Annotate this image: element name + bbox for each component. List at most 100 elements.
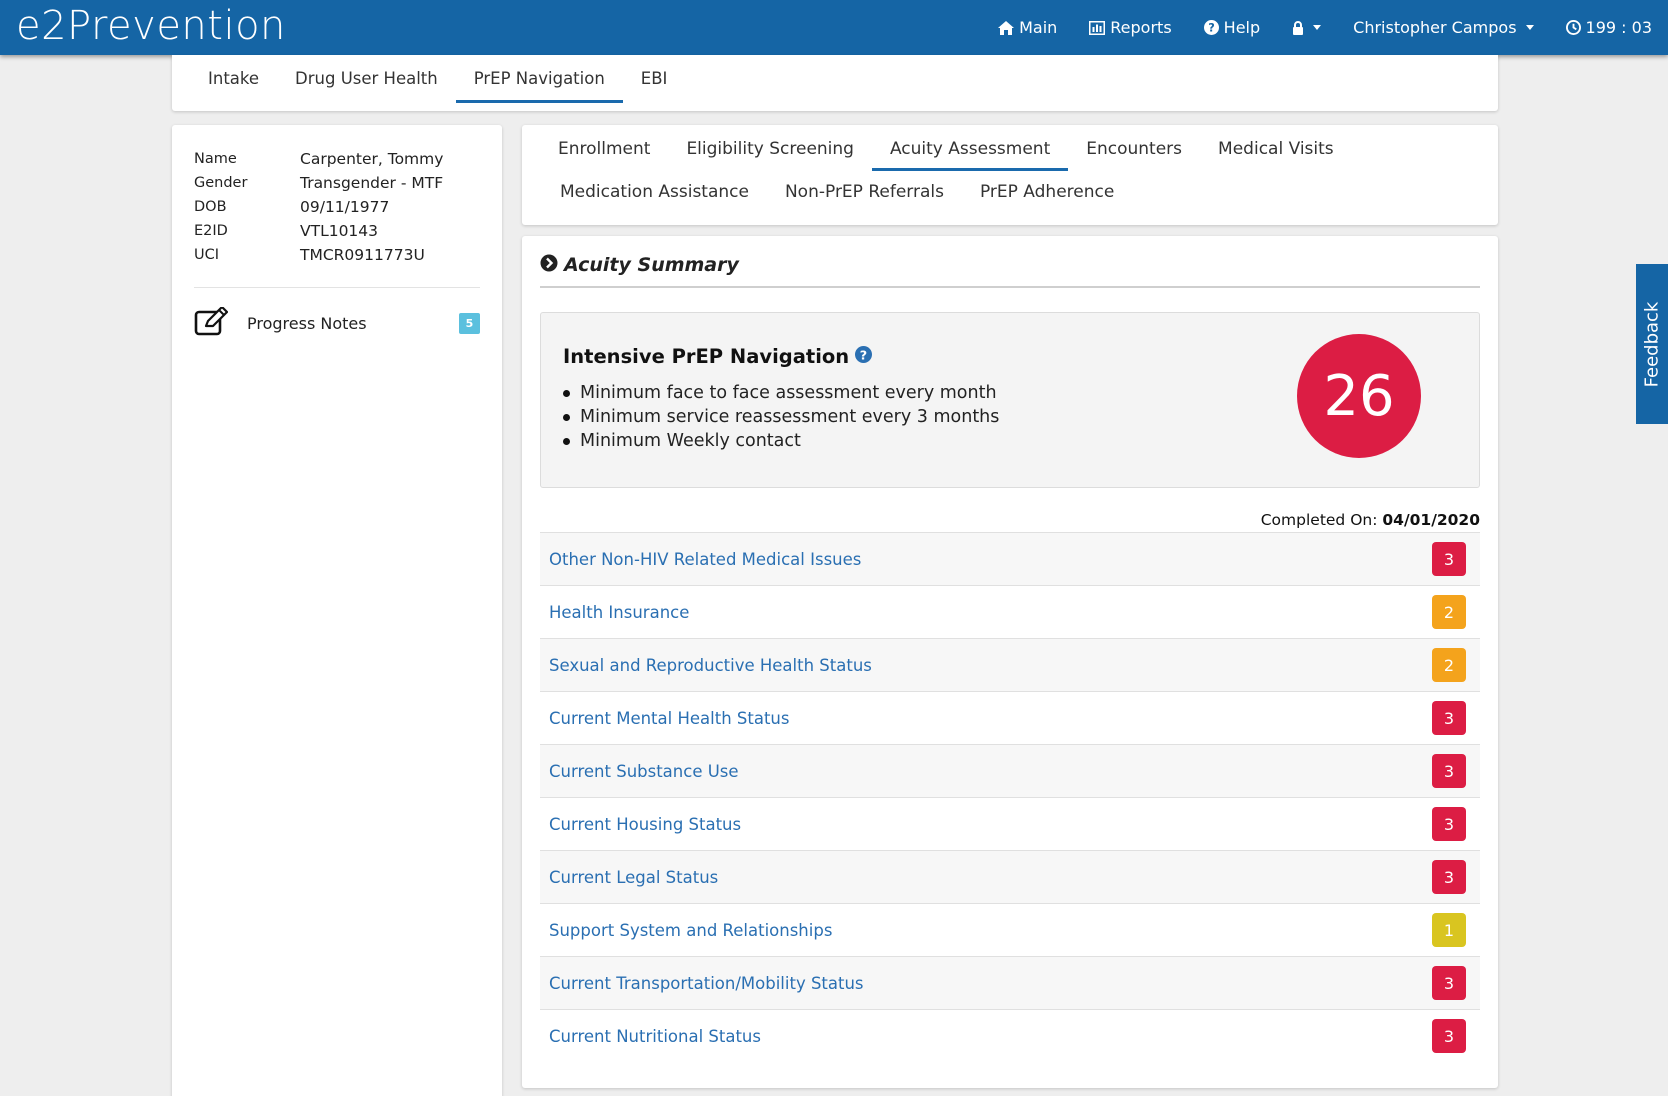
table-row[interactable]: Health Insurance 2 — [540, 585, 1480, 638]
main-tabs-card: Intake Drug User Health PrEP Navigation … — [172, 55, 1498, 111]
domain-link[interactable]: Support System and Relationships — [549, 921, 832, 940]
chevron-right-circle-icon — [540, 254, 558, 276]
completed-on: Completed On: 04/01/2020 — [1261, 511, 1480, 529]
domain-score-badge: 3 — [1432, 966, 1466, 1000]
requirement-text: Minimum face to face assessment every mo… — [580, 383, 997, 403]
help-circle-icon[interactable]: ? — [855, 345, 873, 368]
lock-menu-toggle[interactable] — [1276, 0, 1337, 55]
client-dob-row: DOB 09/11/1977 — [194, 195, 484, 219]
client-dob-label: DOB — [194, 199, 227, 215]
bullet-icon — [563, 389, 570, 397]
domain-score-badge: 1 — [1432, 913, 1466, 947]
help-nav-link[interactable]: ? Help — [1188, 0, 1276, 55]
domain-link[interactable]: Other Non-HIV Related Medical Issues — [549, 550, 861, 569]
tab-medication-assistance[interactable]: Medication Assistance — [542, 182, 767, 214]
client-e2id-label: E2ID — [194, 223, 228, 239]
top-navbar: e2Prevention Main Reports ? Help Christo… — [0, 0, 1668, 55]
domain-link[interactable]: Sexual and Reproductive Health Status — [549, 656, 872, 675]
domain-link[interactable]: Current Nutritional Status — [549, 1027, 761, 1046]
main-nav-label: Main — [1019, 18, 1058, 37]
total-score-circle: 26 — [1297, 334, 1421, 458]
chevron-down-icon — [1313, 25, 1322, 30]
brand-logo[interactable]: e2Prevention — [16, 2, 286, 50]
bullet-icon — [563, 437, 570, 445]
domain-link[interactable]: Current Legal Status — [549, 868, 718, 887]
domain-link[interactable]: Current Substance Use — [549, 762, 739, 781]
domain-link[interactable]: Health Insurance — [549, 603, 689, 622]
domain-score-badge: 2 — [1432, 648, 1466, 682]
requirement-text: Minimum Weekly contact — [580, 431, 801, 451]
client-e2id-value: VTL10143 — [300, 222, 379, 240]
domain-score-badge: 3 — [1432, 1019, 1466, 1053]
tab-acuity-assessment[interactable]: Acuity Assessment — [871, 139, 1069, 171]
acuity-level-box: Intensive PrEP Navigation ? Minimum face… — [540, 312, 1480, 488]
table-row[interactable]: Current Nutritional Status 3 — [540, 1009, 1480, 1062]
client-name-label: Name — [194, 151, 237, 167]
feedback-button[interactable]: Feedback — [1636, 264, 1668, 424]
session-timer-value: 199 : 03 — [1585, 18, 1652, 37]
client-e2id-row: E2ID VTL10143 — [194, 219, 484, 243]
acuity-level-heading: Intensive PrEP Navigation ? — [563, 345, 873, 368]
reports-nav-link[interactable]: Reports — [1073, 0, 1187, 55]
question-circle-icon: ? — [1203, 20, 1219, 35]
domain-link[interactable]: Current Transportation/Mobility Status — [549, 974, 864, 993]
domain-link[interactable]: Current Mental Health Status — [549, 709, 789, 728]
tab-medical-visits[interactable]: Medical Visits — [1200, 139, 1352, 171]
bar-chart-icon — [1089, 20, 1106, 35]
help-nav-label: Help — [1223, 18, 1261, 37]
acuity-level-title: Intensive PrEP Navigation — [563, 345, 850, 368]
user-name: Christopher Campos — [1353, 18, 1517, 37]
table-row[interactable]: Other Non-HIV Related Medical Issues 3 — [540, 532, 1480, 585]
completed-on-date: 04/01/2020 — [1382, 511, 1480, 529]
client-name-value: Carpenter, Tommy — [300, 150, 444, 168]
client-uci-label: UCI — [194, 247, 220, 263]
acuity-summary-title: Acuity Summary — [564, 254, 739, 276]
user-menu-toggle[interactable]: Christopher Campos — [1337, 0, 1549, 55]
client-uci-value: TMCR0911773U — [300, 246, 425, 264]
table-row[interactable]: Current Mental Health Status 3 — [540, 691, 1480, 744]
tab-ebi[interactable]: EBI — [623, 69, 686, 103]
tab-eligibility-screening[interactable]: Eligibility Screening — [668, 139, 872, 171]
tab-encounters[interactable]: Encounters — [1068, 139, 1200, 171]
chevron-down-icon — [1525, 25, 1534, 30]
bullet-icon — [563, 413, 570, 421]
acuity-requirements-list: Minimum face to face assessment every mo… — [563, 381, 999, 453]
domain-score-badge: 2 — [1432, 595, 1466, 629]
table-row[interactable]: Support System and Relationships 1 — [540, 903, 1480, 956]
table-row[interactable]: Current Legal Status 3 — [540, 850, 1480, 903]
main-nav-link[interactable]: Main — [982, 0, 1073, 55]
home-icon — [998, 20, 1015, 35]
list-item: Minimum Weekly contact — [563, 429, 999, 453]
requirement-text: Minimum service reassessment every 3 mon… — [580, 407, 1000, 427]
tab-drug-user-health[interactable]: Drug User Health — [277, 69, 456, 103]
tab-enrollment[interactable]: Enrollment — [540, 139, 668, 171]
divider — [194, 287, 480, 288]
client-gender-row: Gender Transgender - MTF — [194, 171, 484, 195]
domain-score-badge: 3 — [1432, 754, 1466, 788]
reports-nav-label: Reports — [1110, 18, 1172, 37]
client-name-row: Name Carpenter, Tommy — [194, 147, 484, 171]
table-row[interactable]: Current Substance Use 3 — [540, 744, 1480, 797]
edit-note-icon — [194, 305, 230, 339]
table-row[interactable]: Sexual and Reproductive Health Status 2 — [540, 638, 1480, 691]
feedback-label: Feedback — [1641, 301, 1663, 387]
table-row[interactable]: Current Transportation/Mobility Status 3 — [540, 956, 1480, 1009]
tab-prep-navigation[interactable]: PrEP Navigation — [455, 69, 623, 103]
table-row[interactable]: Current Housing Status 3 — [540, 797, 1480, 850]
tab-prep-adherence[interactable]: PrEP Adherence — [962, 182, 1132, 214]
client-info-table: Name Carpenter, Tommy Gender Transgender… — [194, 147, 484, 267]
lock-icon — [1292, 20, 1304, 35]
client-gender-value: Transgender - MTF — [300, 174, 444, 192]
acuity-summary-header[interactable]: Acuity Summary — [540, 254, 1480, 288]
domain-score-badge: 3 — [1432, 860, 1466, 894]
domain-score-badge: 3 — [1432, 807, 1466, 841]
progress-notes-label: Progress Notes — [247, 313, 367, 333]
progress-notes-link[interactable]: Progress Notes 5 — [194, 305, 480, 339]
tab-non-prep-referrals[interactable]: Non-PrEP Referrals — [767, 182, 962, 214]
tab-intake[interactable]: Intake — [190, 69, 277, 103]
sub-tabs-card: Enrollment Eligibility Screening Acuity … — [522, 125, 1498, 225]
client-uci-row: UCI TMCR0911773U — [194, 243, 484, 267]
acuity-summary-card: Acuity Summary Intensive PrEP Navigation… — [522, 236, 1498, 1088]
svg-text:?: ? — [1208, 22, 1215, 35]
domain-link[interactable]: Current Housing Status — [549, 815, 741, 834]
